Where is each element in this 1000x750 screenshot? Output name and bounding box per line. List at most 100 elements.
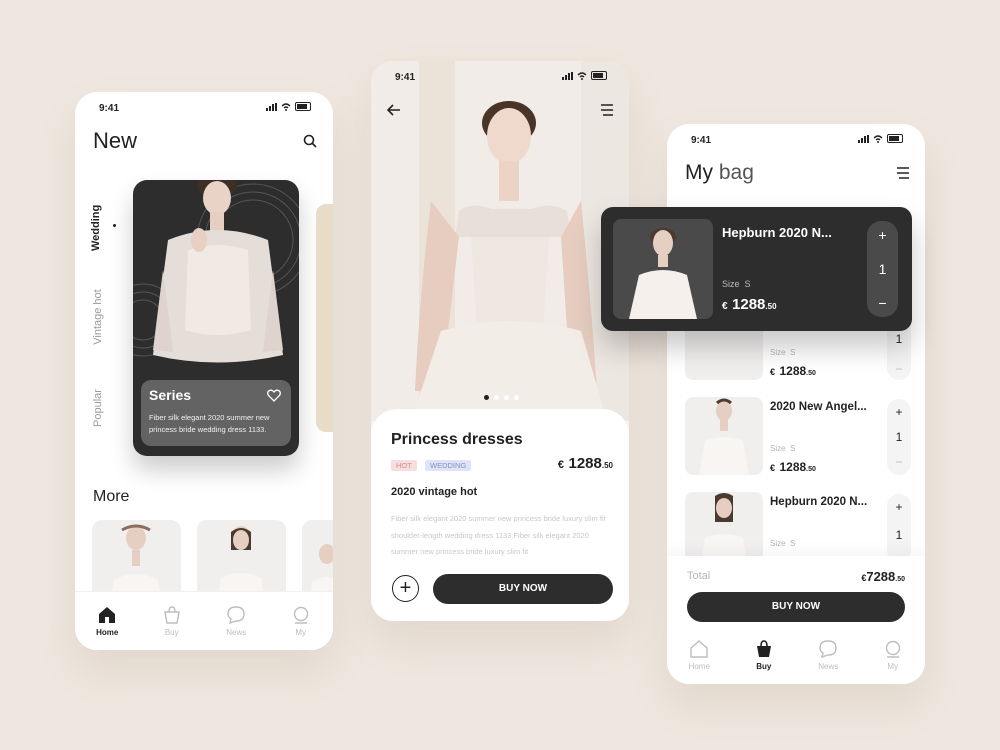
size-label: Size (770, 444, 786, 453)
product-description: Fiber silk elegant 2020 summer new princ… (391, 514, 606, 556)
wifi-icon (873, 134, 883, 143)
price-decimal: .50 (601, 461, 613, 470)
signal-icon (266, 102, 277, 111)
dress-photo (629, 228, 697, 319)
cart-item-popup[interactable]: Hepburn 2020 N... Size S € 1288.50 + 1 − (601, 207, 912, 331)
search-icon[interactable] (303, 134, 317, 148)
signal-icon (562, 71, 573, 80)
page-title: New (93, 128, 138, 153)
status-time: 9:41 (691, 135, 712, 146)
dot-active[interactable] (484, 395, 489, 400)
status-bar: 9:41 (75, 92, 333, 122)
popup-price: € 1288.50 (722, 296, 777, 314)
item-price: € 1288.50 (770, 362, 816, 380)
tab-news[interactable]: News (803, 639, 853, 671)
tab-label: My (887, 661, 899, 671)
size-value: S (790, 348, 796, 357)
product-title: Princess dresses (391, 431, 523, 448)
plus-button[interactable]: + (878, 227, 886, 243)
tab-label: Home (688, 661, 710, 671)
size-label: Size (722, 279, 740, 289)
quantity-value: 1 (895, 332, 903, 346)
buy-now-button[interactable]: BUY NOW (687, 592, 905, 622)
minus-button[interactable]: − (895, 362, 902, 376)
tab-label: Buy (756, 661, 772, 671)
plus-button[interactable]: + (895, 405, 902, 419)
tab-home[interactable]: Home (82, 606, 132, 637)
back-arrow-icon[interactable] (387, 104, 401, 116)
quantity-stepper: + 1 (887, 494, 911, 562)
quantity-value: 1 (895, 528, 903, 542)
cart-item[interactable]: 2020 New Angel... Size S € 1288.50 + 1 − (685, 397, 911, 476)
next-card-peek[interactable] (316, 204, 333, 432)
tab-home[interactable]: Home (674, 639, 724, 671)
size-value: S (790, 444, 796, 453)
dot[interactable] (494, 395, 499, 400)
price-decimal: .50 (765, 302, 777, 311)
status-bar: 9:41 (371, 61, 629, 91)
product-price: € 1288.50 (558, 455, 613, 473)
user-icon (885, 640, 900, 658)
title-bold: My (685, 161, 713, 184)
tab-label: Buy (164, 627, 179, 637)
bag-icon (756, 639, 771, 657)
cart-item-photo (685, 492, 763, 562)
tab-label: News (818, 661, 839, 671)
tab-buy[interactable]: Buy (147, 605, 197, 637)
price-integer: 1288 (732, 296, 766, 313)
wifi-icon (577, 71, 587, 80)
category-vintage-hot[interactable]: Vintage hot (92, 284, 108, 350)
price-decimal: .50 (806, 466, 816, 473)
page-title: My bag (685, 161, 754, 185)
price-currency: € (770, 463, 776, 473)
total-decimal: .50 (895, 576, 905, 583)
plus-button[interactable]: + (895, 500, 902, 514)
chat-icon (819, 639, 837, 658)
tab-bar: Home Buy News My (667, 626, 925, 684)
tab-bar: Home Buy News My (75, 591, 333, 650)
tab-buy[interactable]: Buy (739, 639, 789, 671)
tab-news[interactable]: News (211, 605, 261, 637)
dress-photo (701, 493, 747, 562)
dot[interactable] (514, 395, 519, 400)
popup-size: Size S (722, 279, 751, 289)
cart-item[interactable]: Hepburn 2020 N... Size S + 1 (685, 492, 911, 562)
quantity-value: 1 (895, 430, 903, 444)
product-subtitle: 2020 vintage hot (391, 486, 478, 498)
status-icons (858, 134, 903, 143)
status-icons (562, 71, 607, 80)
item-price: € 1288.50 (770, 458, 816, 476)
category-active-dot (113, 224, 116, 227)
screen-product-detail: 9:41 Princess dresses HOT WEDDING € 1288… (371, 61, 629, 621)
category-wedding[interactable]: Wedding (90, 205, 110, 251)
tab-my[interactable]: My (276, 606, 326, 637)
status-time: 9:41 (99, 103, 120, 114)
card-info-panel: Series Fiber silk elegant 2020 summer ne… (141, 380, 291, 446)
tag-wedding: WEDDING (425, 460, 472, 471)
battery-icon (295, 102, 311, 111)
total-label: Total (687, 570, 711, 582)
status-time: 9:41 (395, 72, 416, 83)
popup-item-photo (613, 219, 713, 319)
cart-item-photo (685, 397, 763, 475)
screen-new: 9:41 New Wedding Vintage hot Popular Ser… (75, 92, 333, 650)
size-label: Size (770, 539, 786, 548)
battery-icon (591, 71, 607, 80)
dot[interactable] (504, 395, 509, 400)
menu-icon[interactable] (600, 104, 614, 116)
category-popular[interactable]: Popular (92, 388, 108, 428)
wifi-icon (281, 102, 291, 111)
buy-now-button[interactable]: BUY NOW (433, 574, 613, 604)
tag-hot: HOT (391, 460, 417, 471)
featured-card[interactable]: Series Fiber silk elegant 2020 summer ne… (133, 180, 299, 456)
tab-my[interactable]: My (868, 640, 918, 671)
add-button[interactable]: + (392, 575, 419, 602)
tab-label: News (226, 627, 247, 637)
minus-button[interactable]: − (878, 295, 886, 311)
menu-icon[interactable] (896, 167, 910, 179)
chat-icon (227, 605, 245, 624)
card-title: Series (149, 387, 192, 403)
minus-button[interactable]: − (895, 455, 902, 469)
home-icon (690, 639, 708, 658)
heart-icon[interactable] (267, 389, 281, 402)
